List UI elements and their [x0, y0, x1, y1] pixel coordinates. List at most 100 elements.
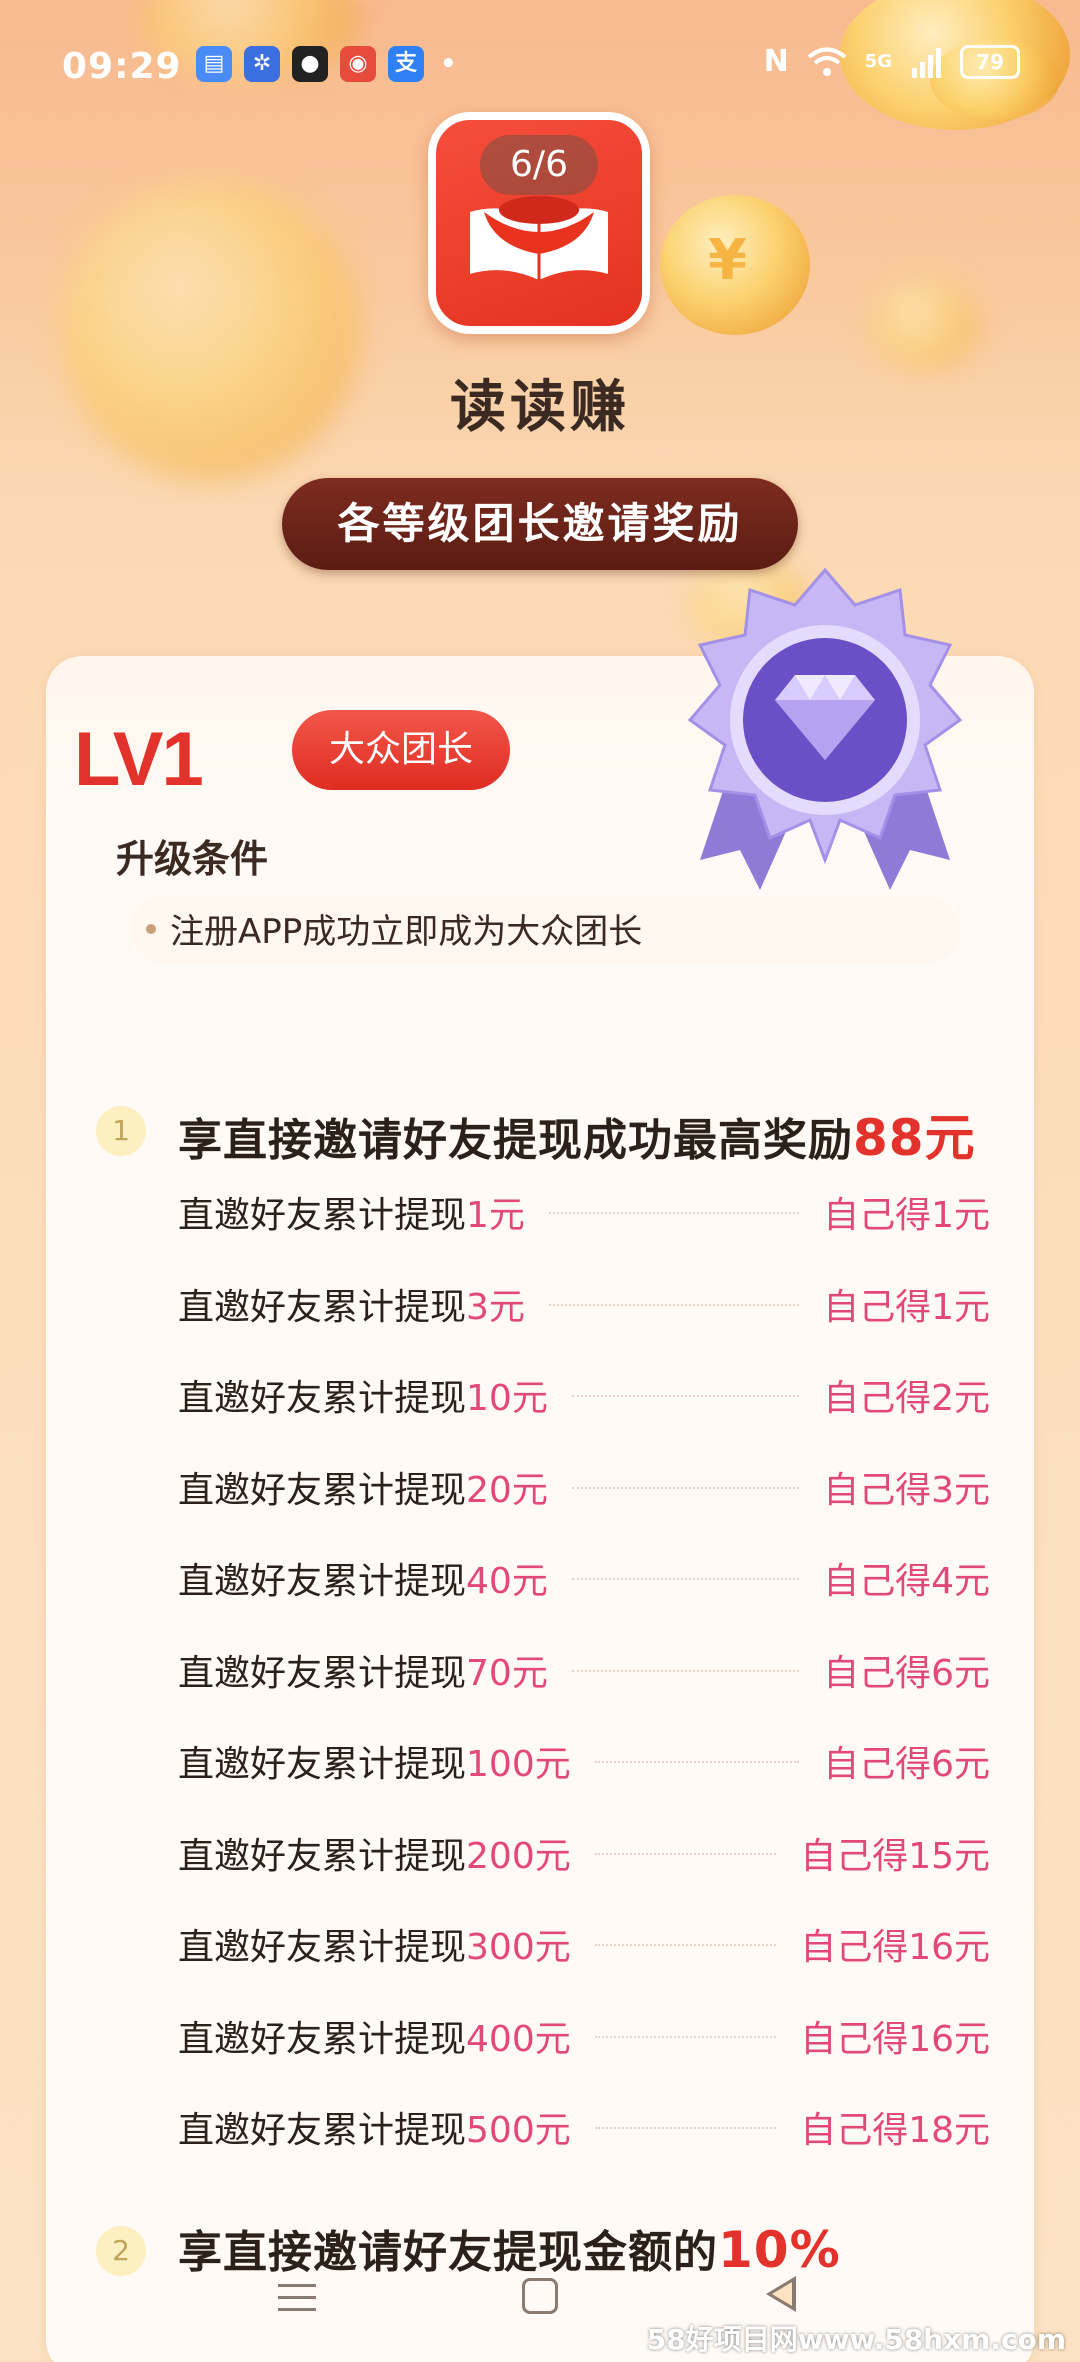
message-app-icon: ▤ — [196, 46, 232, 82]
alipay-app-icon: 支 — [388, 46, 424, 82]
withdraw-amount: 1元 — [466, 1195, 525, 1236]
image-page-counter: 6/6 — [480, 135, 598, 195]
condition-title: 升级条件 — [116, 837, 269, 881]
status-right: N 5G 79 — [764, 44, 1020, 79]
rewards-banner: 各等级团长邀请奖励 — [282, 478, 798, 570]
withdraw-amount: 20元 — [466, 1469, 548, 1511]
coin-decoration — [870, 280, 980, 370]
reward-condition-prefix: 直邀好友累计提现 — [178, 1927, 467, 1968]
dotted-leader — [595, 1944, 776, 1946]
reward-row: 直邀好友累计提现1元 自己得1元 — [178, 1180, 990, 1240]
book-icon — [470, 196, 608, 280]
reward-amount: 自己得4元 — [823, 1561, 990, 1602]
qq-app-icon: ● — [292, 46, 328, 82]
withdraw-amount: 70元 — [466, 1652, 548, 1694]
home-button[interactable] — [522, 2278, 558, 2314]
wifi-icon — [807, 47, 846, 76]
battery-indicator: 79 — [960, 44, 1020, 79]
reward-condition: 直邀好友累计提现70元 — [178, 1644, 548, 1696]
section-highlight: 88元 — [853, 1109, 976, 1167]
reward-condition-prefix: 直邀好友累计提现 — [178, 1378, 467, 1419]
withdraw-amount: 3元 — [466, 1286, 525, 1328]
reward-row: 直邀好友累计提现500元 自己得18元 — [178, 2095, 990, 2155]
section-title: 享直接邀请好友提现成功最高奖励88元 — [178, 1098, 976, 1170]
withdraw-amount: 40元 — [466, 1561, 548, 1602]
signal-icon — [912, 47, 941, 78]
reward-row: 直邀好友累计提现300元 自己得16元 — [178, 1912, 990, 1972]
reward-condition: 直邀好友累计提现200元 — [178, 1827, 571, 1879]
section-number: 1 — [96, 1106, 146, 1156]
dotted-leader — [595, 1852, 776, 1855]
withdraw-amount: 10元 — [466, 1378, 548, 1419]
diamond-medal-icon — [687, 567, 963, 890]
reward-amount: 自己得2元 — [823, 1378, 990, 1419]
weibo-app-icon: ◉ — [340, 46, 376, 82]
reward-condition: 直邀好友累计提现400元 — [178, 2010, 571, 2062]
reward-condition: 直邀好友累计提现3元 — [178, 1278, 525, 1330]
reward-condition-prefix: 直邀好友累计提现 — [178, 2110, 467, 2151]
reward-row: 直邀好友累计提现70元 自己得6元 — [178, 1638, 990, 1698]
reward-amount: 自己得6元 — [823, 1744, 990, 1785]
reward-row: 直邀好友累计提现20元 自己得3元 — [178, 1455, 990, 1515]
reward-condition: 直邀好友累计提现1元 — [178, 1186, 525, 1238]
pinwheel-app-icon: ✲ — [244, 46, 280, 82]
dotted-leader — [572, 1669, 799, 1672]
reward-condition: 直邀好友累计提现10元 — [178, 1369, 548, 1421]
reward-row: 直邀好友累计提现100元 自己得6元 — [178, 1729, 990, 1789]
reward-amount: 自己得16元 — [800, 2018, 990, 2060]
reward-row: 直邀好友累计提现3元 自己得1元 — [178, 1272, 990, 1332]
reward-condition: 直邀好友累计提现20元 — [178, 1461, 548, 1513]
reward-row: 直邀好友累计提现200元 自己得15元 — [178, 1821, 990, 1881]
dotted-leader — [595, 2127, 776, 2129]
reward-amount: 自己得1元 — [823, 1195, 990, 1236]
level-code: LV1 — [74, 717, 204, 802]
level-badge: 大众团长 — [292, 710, 510, 790]
reward-row: 直邀好友累计提现10元 自己得2元 — [178, 1363, 990, 1423]
reward-condition-prefix: 直邀好友累计提现 — [178, 1286, 467, 1328]
reward-row: 直邀好友累计提现40元 自己得4元 — [178, 1546, 990, 1606]
reward-amount: 自己得1元 — [823, 1286, 990, 1328]
reward-condition-prefix: 直邀好友累计提现 — [178, 1652, 467, 1694]
app-name: 读读赚 — [450, 375, 630, 440]
reward-condition: 直邀好友累计提现300元 — [178, 1918, 571, 1970]
dotted-leader — [595, 2035, 776, 2038]
condition-text: 注册APP成功立即成为大众团长 — [170, 912, 643, 952]
reward-amount: 自己得16元 — [800, 1927, 990, 1968]
reward-condition: 直邀好友累计提现500元 — [178, 2101, 571, 2153]
watermark: 58好项目网www.58hxm.com — [646, 2323, 1066, 2356]
reward-amount: 自己得15元 — [800, 1835, 990, 1877]
reward-row: 直邀好友累计提现400元 自己得16元 — [178, 2004, 990, 2064]
reward-condition: 直邀好友累计提现40元 — [178, 1552, 548, 1604]
dotted-leader — [595, 1761, 799, 1763]
dotted-leader — [572, 1486, 799, 1489]
reward-condition: 直邀好友累计提现100元 — [178, 1735, 571, 1787]
status-time: 09:29 — [62, 46, 182, 87]
status-bar: 09:29 ▤ ✲ ● ◉ 支 • N 5G 79 — [0, 0, 1080, 120]
withdraw-amount: 200元 — [466, 1835, 571, 1877]
section-title-text: 享直接邀请好友提现成功最高奖励 — [178, 1115, 853, 1166]
dotted-leader — [572, 1578, 799, 1580]
section-number: 2 — [96, 2226, 146, 2276]
reward-condition-prefix: 直邀好友累计提现 — [178, 1561, 467, 1602]
reward-amount: 自己得18元 — [800, 2110, 990, 2151]
withdraw-amount: 100元 — [466, 1744, 571, 1785]
withdraw-amount: 400元 — [466, 2018, 571, 2060]
back-icon — [772, 2282, 792, 2306]
withdraw-amount: 300元 — [466, 1927, 571, 1968]
withdraw-amount: 500元 — [466, 2110, 571, 2151]
reward-condition-prefix: 直邀好友累计提现 — [178, 1835, 467, 1877]
reward-condition-prefix: 直邀好友累计提现 — [178, 2018, 467, 2060]
dotted-leader — [549, 1212, 799, 1214]
reward-condition-prefix: 直邀好友累计提现 — [178, 1195, 467, 1236]
dotted-leader — [549, 1303, 799, 1306]
reward-condition-prefix: 直邀好友累计提现 — [178, 1744, 467, 1785]
nfc-icon: N — [763, 44, 789, 79]
more-notifications-icon: • — [440, 49, 457, 79]
dotted-leader — [572, 1395, 799, 1397]
yen-symbol-icon: ¥ — [708, 228, 747, 293]
reward-condition-prefix: 直邀好友累计提现 — [178, 1469, 467, 1511]
recents-button[interactable] — [278, 2284, 316, 2312]
reward-amount: 自己得6元 — [823, 1652, 990, 1694]
network-type: 5G — [864, 51, 892, 72]
reward-amount: 自己得3元 — [823, 1469, 990, 1511]
